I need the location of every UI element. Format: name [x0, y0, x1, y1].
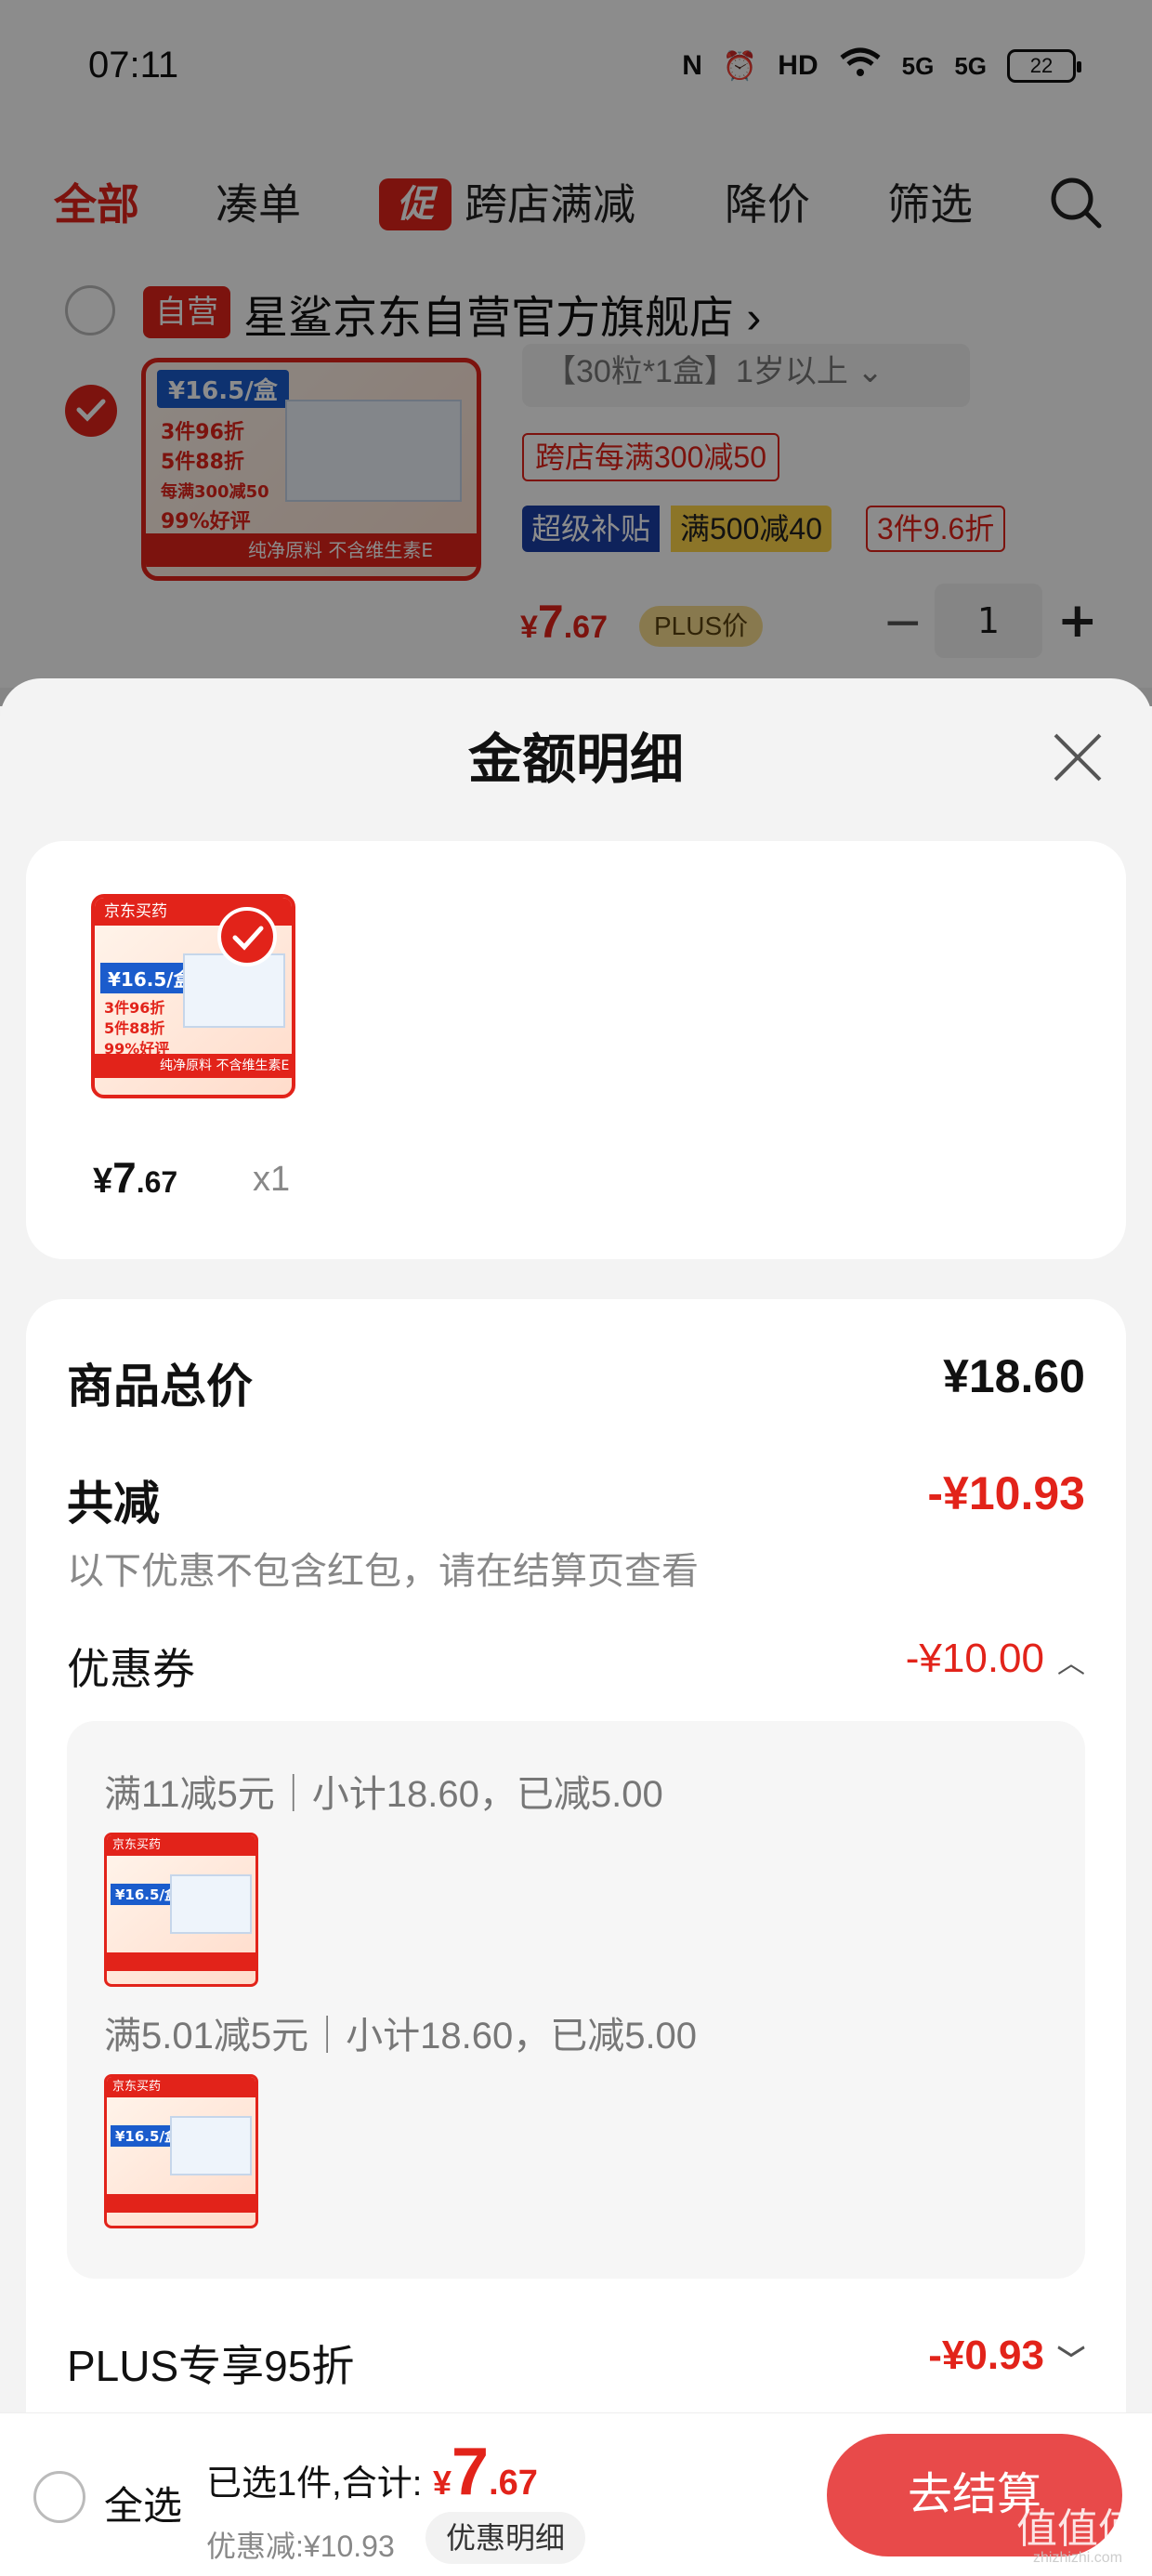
promo-line: 5件88折 [104, 1019, 165, 1037]
amount-detail-sheet: 金额明细 京东买药 ¥16.5/盒 3件96折 5件88折 99%好评 纯净原料… [0, 678, 1152, 2461]
total-price: ¥7.67 [433, 2434, 538, 2510]
plus-discount-value: -¥0.93 [928, 2333, 1044, 2378]
plus-discount-label: PLUS专享95折 [67, 2342, 355, 2390]
reduction-note: 以下优惠不包含红包，请在结算页查看 [67, 1551, 699, 1592]
chevron-down-icon: ﹀ [1057, 2346, 1085, 2377]
thumb-strip: 纯净原料 不含维生素E [95, 1054, 292, 1078]
coupon-rule-2: 满5.01减5元｜小计18.60，已减5.00 [104, 2016, 698, 2057]
discount-detail-button[interactable]: 优惠明细 [425, 2512, 586, 2564]
mini-header: 京东买药 [107, 1835, 255, 1856]
coupon-rule-1: 满11减5元｜小计18.60，已减5.00 [104, 1774, 663, 1815]
mini-strip [107, 2194, 255, 2213]
check-icon [217, 907, 277, 966]
total-reduction-label: 共减 [67, 1478, 160, 1530]
total-price-label: 商品总价 [67, 1360, 253, 1413]
mini-header: 京东买药 [107, 2077, 255, 2097]
discount-summary: 优惠减:¥10.93 [206, 2530, 395, 2563]
coupon-item-thumbnail: 京东买药 ¥16.5/盒 [104, 1833, 258, 1987]
chevron-up-icon: ︿ [1057, 1649, 1085, 1680]
price-decimal: .67 [489, 2464, 538, 2503]
sheet-title: 金额明细 [467, 729, 684, 790]
coupon-row-toggle[interactable]: -¥10.00 ︿ [906, 1636, 1085, 1682]
total-price-value: ¥18.60 [943, 1350, 1085, 1402]
price-integer: 7 [452, 2435, 490, 2509]
item-price: ¥7.67 [93, 1152, 177, 1203]
select-all-label[interactable]: 全选 [104, 2475, 182, 2531]
promo-line: 3件96折 [104, 999, 165, 1017]
price-currency: ¥ [433, 2464, 452, 2502]
close-icon[interactable] [1050, 729, 1106, 785]
mini-box-graphic [170, 2116, 252, 2175]
watermark: 值值值 zhizhizhi.com [1016, 2509, 1139, 2567]
modal-backdrop[interactable] [0, 0, 1152, 706]
coupon-item-thumbnail: 京东买药 ¥16.5/盒 [104, 2074, 258, 2228]
selected-summary: 已选1件,合计: [206, 2464, 423, 2504]
price-currency: ¥ [93, 1162, 113, 1201]
watermark-text: 值值值 [1016, 2506, 1139, 2552]
thumb-promos: 3件96折 5件88折 99%好评 [104, 998, 169, 1059]
coupon-value: -¥10.00 [905, 1636, 1044, 1681]
total-reduction-value: -¥10.93 [927, 1467, 1085, 1519]
mini-strip [107, 1952, 255, 1971]
watermark-url: zhizhizhi.com [1032, 2550, 1123, 2566]
select-all-radio[interactable] [33, 2471, 85, 2523]
checkout-bar: 全选 已选1件,合计: ¥7.67 优惠减:¥10.93 优惠明细 去结算 值值… [0, 2412, 1152, 2576]
coupon-label: 优惠券 [67, 1645, 195, 1693]
price-integer: 7 [112, 1153, 137, 1202]
plus-discount-row-toggle[interactable]: -¥0.93 ﹀ [928, 2333, 1085, 2379]
mini-box-graphic [170, 1874, 252, 1934]
price-decimal: .67 [136, 1165, 178, 1199]
item-quantity: x1 [253, 1160, 291, 1199]
thumb-box-graphic [183, 953, 285, 1028]
